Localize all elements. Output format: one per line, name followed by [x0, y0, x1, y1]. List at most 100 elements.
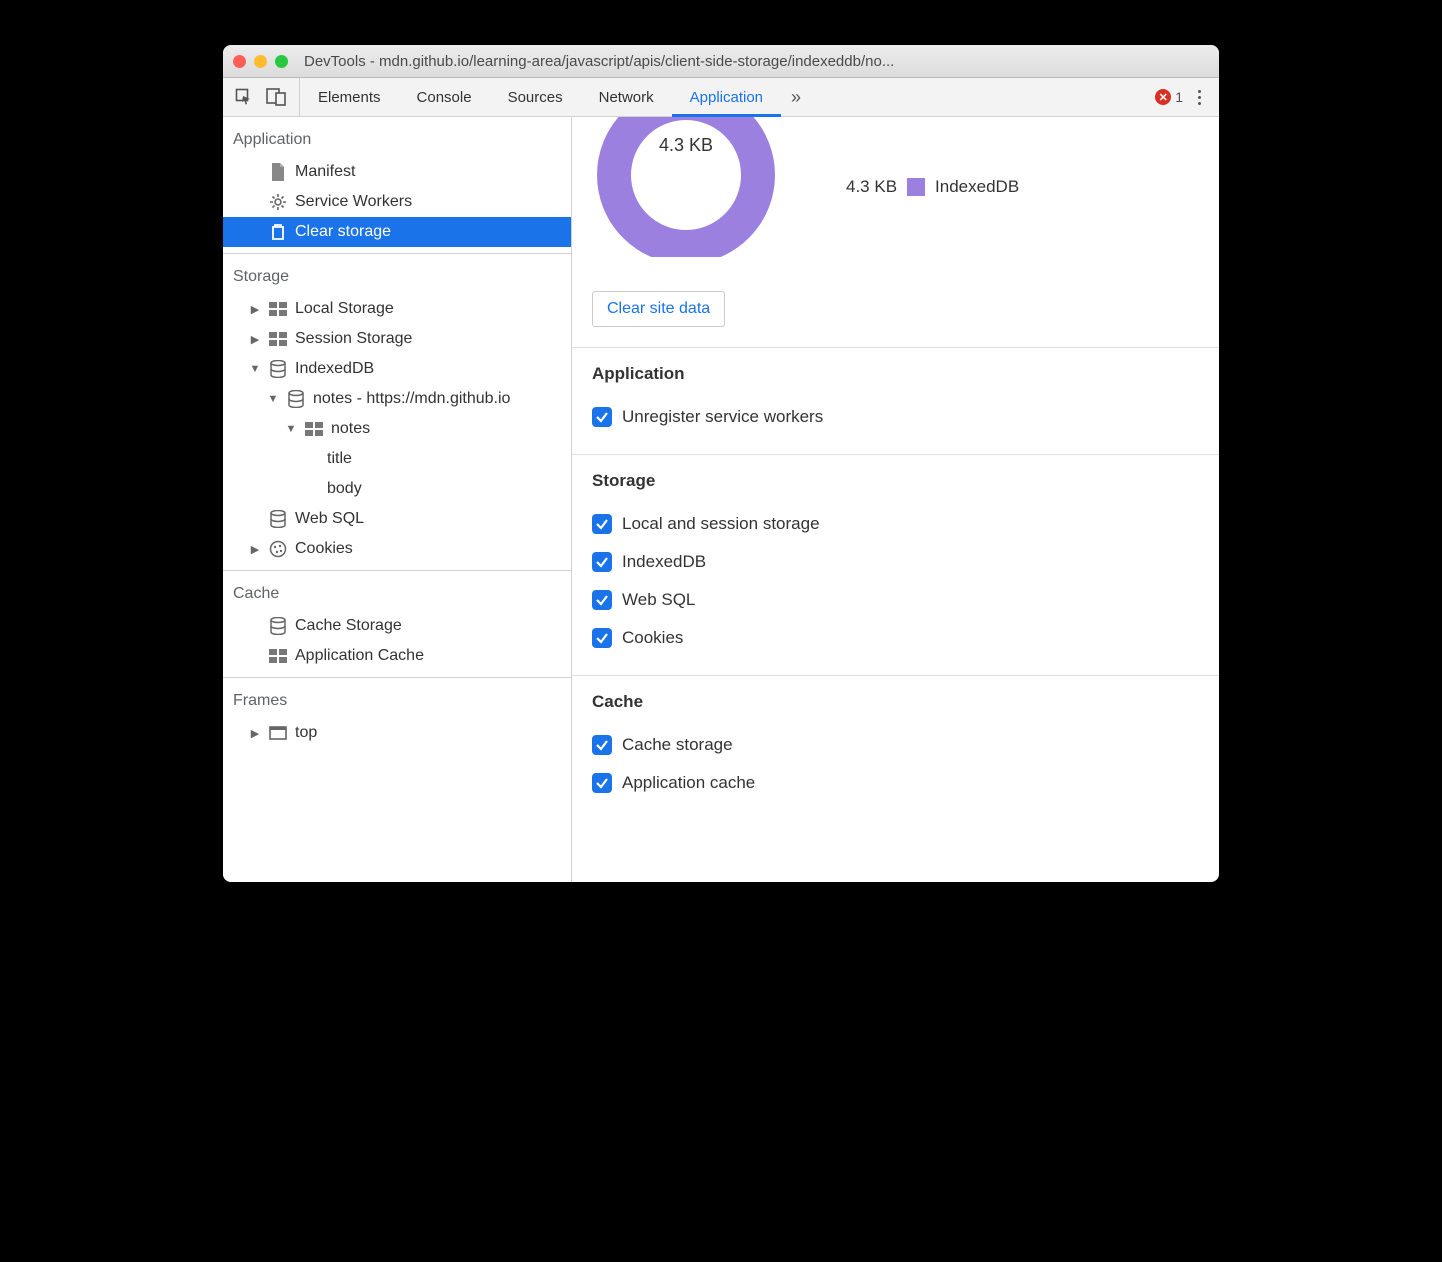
frame-icon [269, 724, 287, 742]
sidebar-item-label: IndexedDB [295, 360, 374, 378]
sidebar-item-label: Local Storage [295, 300, 394, 318]
sidebar-item-db-notes[interactable]: ▼ notes - https://mdn.github.io [223, 384, 571, 414]
tab-sources[interactable]: Sources [490, 78, 581, 116]
tab-console[interactable]: Console [399, 78, 490, 116]
section-heading-application: Application [592, 364, 1199, 384]
sidebar-item-frame-top[interactable]: ▶ top [223, 718, 571, 748]
legend-value: 4.3 KB [846, 177, 897, 197]
sidebar-item-label: Web SQL [295, 510, 364, 528]
checkbox-label: Local and session storage [622, 514, 820, 534]
main-panel: 4.3 KB 4.3 KB IndexedDB Clear site data … [572, 117, 1219, 882]
sidebar-item-label: body [327, 480, 362, 498]
traffic-lights [233, 55, 288, 68]
body: Application Manifest Service Workers Cle… [223, 117, 1219, 882]
section-heading-cache: Cache [592, 692, 1199, 712]
close-window-button[interactable] [233, 55, 246, 68]
section-storage: Storage Local and session storage Indexe… [572, 455, 1219, 676]
clear-site-data-button[interactable]: Clear site data [592, 291, 725, 327]
error-icon: ✕ [1155, 89, 1171, 105]
caret-down-icon: ▼ [267, 393, 279, 405]
sidebar-item-cookies[interactable]: ▶ Cookies [223, 534, 571, 564]
sidebar-item-label: Cookies [295, 540, 353, 558]
checkbox-label: Cookies [622, 628, 683, 648]
tab-elements[interactable]: Elements [300, 78, 399, 116]
checkbox-row-cookies[interactable]: Cookies [592, 619, 1199, 657]
sidebar-item-label: Session Storage [295, 330, 412, 348]
section-heading-storage: Storage [592, 471, 1199, 491]
sidebar-item-label: Service Workers [295, 193, 412, 211]
error-count: 1 [1175, 89, 1183, 105]
caret-right-icon: ▶ [249, 303, 261, 316]
tab-application[interactable]: Application [672, 78, 781, 116]
checkbox-row-application-cache[interactable]: Application cache [592, 764, 1199, 802]
checkbox-label: Application cache [622, 773, 755, 793]
sidebar-item-label: notes [331, 420, 370, 438]
storage-total-label: 4.3 KB [659, 135, 713, 156]
sidebar-item-web-sql[interactable]: Web SQL [223, 504, 571, 534]
cookie-icon [269, 540, 287, 558]
database-icon [269, 617, 287, 635]
sidebar-item-label: Manifest [295, 163, 355, 181]
checkbox-checked-icon [592, 628, 612, 648]
checkbox-checked-icon [592, 407, 612, 427]
sidebar-item-label: notes - https://mdn.github.io [313, 390, 510, 408]
sidebar-item-label: Clear storage [295, 223, 391, 241]
sidebar-heading-application: Application [223, 123, 571, 157]
sidebar-heading-cache: Cache [223, 577, 571, 611]
caret-right-icon: ▶ [249, 727, 261, 740]
checkbox-label: IndexedDB [622, 552, 706, 572]
sidebar-item-indexeddb[interactable]: ▼ IndexedDB [223, 354, 571, 384]
storage-donut-chart: 4.3 KB [586, 117, 786, 257]
table-icon [269, 300, 287, 318]
sidebar-item-field-title[interactable]: title [223, 444, 571, 474]
clear-site-data-row: Clear site data [572, 277, 1219, 348]
error-counter[interactable]: ✕ 1 [1155, 89, 1183, 105]
sidebar-item-application-cache[interactable]: Application Cache [223, 641, 571, 671]
database-icon [269, 360, 287, 378]
legend-swatch-icon [907, 178, 925, 196]
toolbar: Elements Console Sources Network Applica… [223, 78, 1219, 117]
checkbox-label: Unregister service workers [622, 407, 823, 427]
checkbox-row-local-session[interactable]: Local and session storage [592, 505, 1199, 543]
section-cache: Cache Cache storage Application cache [572, 676, 1219, 820]
sidebar-item-local-storage[interactable]: ▶ Local Storage [223, 294, 571, 324]
toolbar-right: ✕ 1 [1145, 78, 1219, 116]
checkbox-row-websql[interactable]: Web SQL [592, 581, 1199, 619]
sidebar-item-session-storage[interactable]: ▶ Session Storage [223, 324, 571, 354]
sidebar-item-store-notes[interactable]: ▼ notes [223, 414, 571, 444]
tab-network[interactable]: Network [581, 78, 672, 116]
devtools-window: DevTools - mdn.github.io/learning-area/j… [223, 45, 1219, 882]
sidebar-heading-storage: Storage [223, 260, 571, 294]
caret-down-icon: ▼ [249, 363, 261, 375]
checkbox-row-indexeddb[interactable]: IndexedDB [592, 543, 1199, 581]
checkbox-checked-icon [592, 735, 612, 755]
sidebar-item-label: top [295, 724, 317, 742]
caret-right-icon: ▶ [249, 543, 261, 556]
sidebar-item-service-workers[interactable]: Service Workers [223, 187, 571, 217]
kebab-menu-icon[interactable] [1189, 90, 1209, 105]
database-icon [269, 510, 287, 528]
tabs-overflow-icon[interactable]: » [781, 78, 811, 116]
trash-icon [269, 223, 287, 241]
inspect-element-icon[interactable] [231, 84, 257, 110]
minimize-window-button[interactable] [254, 55, 267, 68]
table-icon [305, 420, 323, 438]
gear-icon [269, 193, 287, 211]
legend-label: IndexedDB [935, 177, 1019, 197]
sidebar-item-field-body[interactable]: body [223, 474, 571, 504]
window-title: DevTools - mdn.github.io/learning-area/j… [304, 53, 1209, 70]
table-icon [269, 330, 287, 348]
storage-chart-row: 4.3 KB 4.3 KB IndexedDB [572, 117, 1219, 277]
checkbox-row-unregister-sw[interactable]: Unregister service workers [592, 398, 1199, 436]
sidebar-item-manifest[interactable]: Manifest [223, 157, 571, 187]
sidebar-heading-frames: Frames [223, 684, 571, 718]
storage-legend: 4.3 KB IndexedDB [846, 177, 1019, 197]
sidebar-item-cache-storage[interactable]: Cache Storage [223, 611, 571, 641]
sidebar-section-cache: Cache Cache Storage Application Cache [223, 571, 571, 678]
table-icon [269, 647, 287, 665]
device-toolbar-icon[interactable] [263, 84, 289, 110]
sidebar-item-clear-storage[interactable]: Clear storage [223, 217, 571, 247]
toolbar-left [231, 78, 300, 116]
maximize-window-button[interactable] [275, 55, 288, 68]
checkbox-row-cache-storage[interactable]: Cache storage [592, 726, 1199, 764]
